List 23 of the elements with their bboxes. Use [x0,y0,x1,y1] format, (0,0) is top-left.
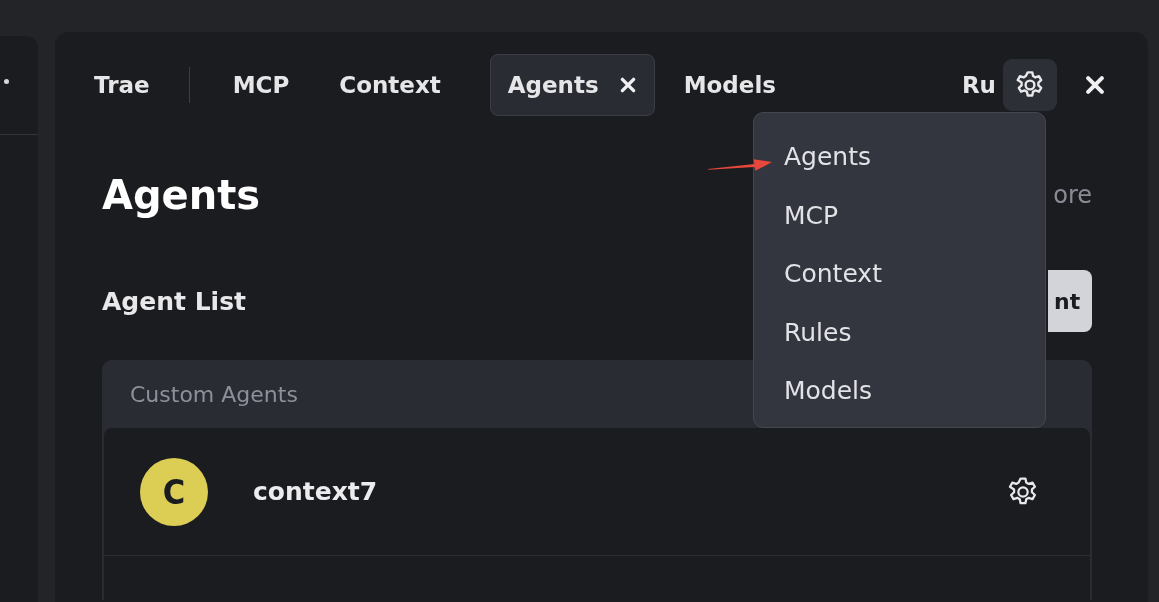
tab[interactable]: Ru [960,54,997,116]
menu-item[interactable]: Agents [784,133,1045,192]
close-icon[interactable] [1084,74,1106,96]
add-agent-button[interactable]: nt [1048,270,1092,332]
learn-more-link[interactable]: ore [1053,181,1092,209]
tab[interactable]: Models [682,54,777,116]
menu-item[interactable]: MCP [784,191,1045,250]
agent-avatar: C [140,457,208,526]
annotation-arrow [708,158,772,172]
tab[interactable]: Agents [489,54,655,116]
close-icon[interactable] [618,76,637,94]
agent-name: context7 [253,477,378,506]
group-title: Custom Agents [130,381,298,407]
tab[interactable]: Context [338,54,442,116]
settings-button[interactable] [1003,59,1057,111]
menu-item[interactable]: Rules [784,308,1045,367]
menu-item[interactable]: Context [784,250,1045,309]
page-title: Agents [102,172,261,218]
dot-icon [4,79,9,84]
tab[interactable]: MCP [231,54,291,116]
menu-item[interactable]: Models [784,367,1045,426]
section-title: Agent List [102,286,246,316]
tab[interactable]: Trae [93,54,151,116]
